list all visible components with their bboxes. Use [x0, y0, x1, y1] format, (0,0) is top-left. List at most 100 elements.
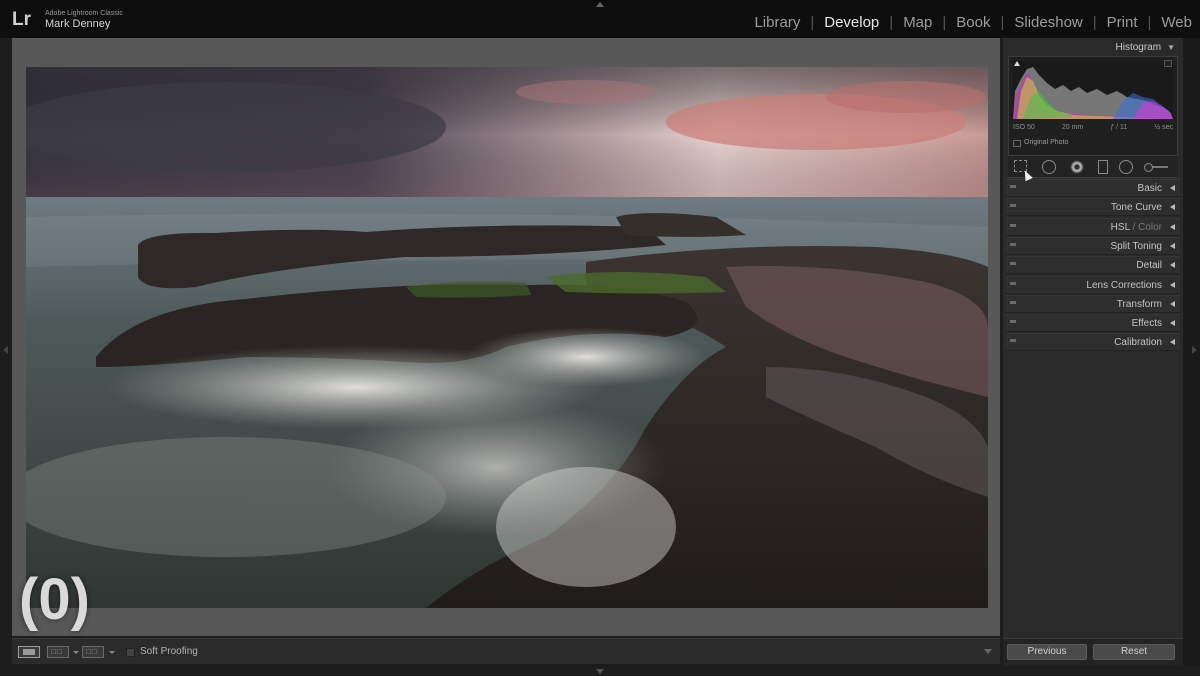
module-separator: |	[1147, 14, 1152, 31]
shutter-speed-value: ½ sec	[1154, 124, 1173, 131]
section-expand-icon[interactable]	[1170, 262, 1175, 269]
yy-view-icon: □□	[86, 647, 98, 656]
section-expand-icon[interactable]	[1170, 204, 1175, 211]
section-label-text: Effects	[1131, 318, 1162, 330]
section-label-text: Basic	[1137, 183, 1162, 194]
module-separator: |	[1000, 14, 1005, 31]
section-label: Calibration	[1114, 337, 1162, 348]
left-panel-toggle-icon[interactable]	[3, 346, 8, 354]
shadow-clipping-icon[interactable]	[1014, 61, 1020, 66]
module-web[interactable]: Web	[1161, 14, 1192, 31]
section-toggle-icon[interactable]	[1010, 320, 1016, 324]
graduated-filter-icon[interactable]	[1098, 160, 1108, 174]
section-label: Tone Curve	[1111, 202, 1162, 213]
top-panel-toggle-icon[interactable]	[596, 2, 604, 7]
previous-button[interactable]: Previous	[1007, 644, 1087, 660]
section-expand-icon[interactable]	[1170, 185, 1175, 191]
toolbar-menu-icon[interactable]	[984, 649, 992, 654]
section-toggle-icon[interactable]	[1010, 300, 1016, 304]
histogram-graph[interactable]	[1013, 61, 1173, 119]
image-canvas: (0)	[12, 38, 1000, 636]
product-name: Adobe Lightroom Classic	[45, 10, 123, 17]
section-label: Split Toning	[1110, 241, 1162, 252]
soft-proofing-label: Soft Proofing	[140, 646, 198, 657]
section-label: Basic	[1138, 183, 1162, 194]
loupe-view-button[interactable]	[18, 646, 40, 658]
section-detail[interactable]: Detail	[1006, 256, 1180, 275]
module-separator: |	[1092, 14, 1097, 31]
module-develop[interactable]: Develop	[824, 14, 879, 31]
section-label: Effects	[1132, 318, 1162, 329]
section-calibration[interactable]: Calibration	[1006, 333, 1180, 352]
radial-filter-icon[interactable]	[1119, 160, 1133, 174]
section-expand-icon[interactable]	[1170, 242, 1175, 249]
bottom-toolbar: □□ □□ Soft Proofing	[12, 638, 1000, 664]
section-label-text: HSL	[1110, 221, 1130, 233]
section-toggle-icon[interactable]	[1010, 185, 1016, 188]
section-effects[interactable]: Effects	[1006, 314, 1180, 333]
original-photo-label: Original Photo	[1024, 139, 1069, 146]
filmstrip-toggle-icon[interactable]	[596, 669, 604, 674]
section-toggle-icon[interactable]	[1010, 223, 1016, 227]
section-expand-icon[interactable]	[1170, 223, 1175, 230]
highlight-clipping-icon[interactable]	[1164, 60, 1172, 67]
section-label-text: Calibration	[1114, 337, 1162, 349]
section-transform[interactable]: Transform	[1006, 294, 1180, 313]
identity-plate-user: Mark Denney	[45, 18, 111, 30]
module-slideshow[interactable]: Slideshow	[1014, 14, 1082, 31]
histogram-header[interactable]: Histogram ▼	[1116, 42, 1176, 53]
histogram-title: Histogram	[1115, 42, 1162, 53]
module-separator: |	[942, 14, 947, 31]
module-separator: |	[810, 14, 815, 31]
module-book[interactable]: Book	[956, 14, 990, 31]
before-after-button[interactable]: □□	[47, 646, 69, 658]
section-toggle-icon[interactable]	[1010, 242, 1016, 246]
original-photo-checkbox[interactable]	[1013, 140, 1021, 147]
section-label: Detail	[1136, 260, 1162, 271]
iso-value: ISO 50	[1013, 124, 1035, 131]
section-tone-curve[interactable]: Tone Curve	[1006, 198, 1180, 217]
section-expand-icon[interactable]	[1170, 320, 1175, 327]
module-picker: Library | Develop | Map | Book | Slideshow | Print…	[754, 14, 1192, 31]
section-label-text: Lens Corrections	[1086, 279, 1162, 291]
right-panel-toggle-icon[interactable]	[1192, 346, 1197, 354]
lightroom-logo: Lr	[12, 9, 31, 30]
section-label-text: Tone Curve	[1110, 202, 1162, 214]
exif-info: ISO 50 20 mm ƒ / 11 ½ sec	[1013, 124, 1173, 131]
section-split-toning[interactable]: Split Toning	[1006, 236, 1180, 255]
section-toggle-icon[interactable]	[1010, 281, 1016, 285]
photo-preview[interactable]	[26, 67, 988, 608]
section-lens-corrections[interactable]: Lens Corrections	[1006, 275, 1180, 294]
module-map[interactable]: Map	[903, 14, 932, 31]
before-after-dropdown-icon[interactable]	[73, 651, 79, 654]
section-label-text: Split Toning	[1110, 240, 1162, 252]
yy-view-button[interactable]: □□	[82, 646, 104, 658]
section-expand-icon[interactable]	[1170, 339, 1175, 346]
section-toggle-icon[interactable]	[1010, 204, 1016, 208]
section-label-text: Transform	[1116, 298, 1162, 310]
module-separator: |	[889, 14, 894, 31]
before-after-icon: □□	[51, 647, 63, 656]
spot-removal-icon[interactable]	[1042, 160, 1056, 174]
soft-proofing-checkbox[interactable]	[126, 648, 135, 657]
section-basic[interactable]: Basic	[1006, 179, 1180, 197]
section-expand-icon[interactable]	[1170, 300, 1175, 307]
yy-dropdown-icon[interactable]	[109, 651, 115, 654]
module-print[interactable]: Print	[1107, 14, 1138, 31]
section-expand-icon[interactable]	[1170, 281, 1175, 288]
section-toggle-icon[interactable]	[1010, 339, 1016, 343]
overlay-number-label: (0)	[19, 567, 90, 632]
histogram-collapse-icon: ▼	[1167, 43, 1175, 52]
red-eye-icon[interactable]	[1070, 160, 1084, 174]
adjustment-brush-icon[interactable]	[1144, 163, 1168, 172]
lightroom-window: Lr Adobe Lightroom Classic Mark Denney L…	[0, 0, 1200, 676]
module-library[interactable]: Library	[754, 14, 800, 31]
section-label-suffix[interactable]: / Color	[1130, 222, 1162, 233]
histogram-panel: ISO 50 20 mm ƒ / 11 ½ sec Original Photo	[1008, 56, 1178, 156]
section-label: Transform	[1117, 299, 1162, 310]
reset-button[interactable]: Reset	[1093, 644, 1175, 660]
section-label-text: Detail	[1136, 260, 1162, 272]
section-toggle-icon[interactable]	[1010, 262, 1016, 266]
section-hsl[interactable]: HSL / Color	[1006, 217, 1180, 236]
section-label: HSL / Color	[1111, 222, 1162, 233]
